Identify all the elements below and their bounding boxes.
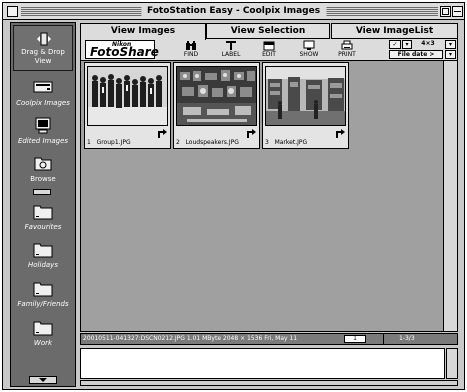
print-label: PRINT [338, 51, 356, 58]
binoculars-icon [186, 41, 196, 50]
page-number-field[interactable]: 1 [344, 335, 366, 343]
thumbnail-label: 3 Market.JPG [265, 139, 308, 146]
tab-view-selection[interactable]: View Selection [206, 23, 330, 39]
sidebar-item-holidays[interactable]: Holidays [11, 239, 75, 279]
label-label: LABEL [221, 51, 241, 58]
tab-view-imagelist[interactable]: View ImageList [331, 23, 458, 39]
title-bar[interactable]: FotoStation Easy - Coolpix Images [3, 3, 464, 20]
sidebar-scroll-down-button[interactable] [29, 376, 57, 384]
zoom-box-icon[interactable] [440, 6, 451, 17]
photo-loudspeakers [176, 66, 257, 126]
tab-view-images[interactable]: View Images [80, 23, 206, 40]
drag-drop-label: Drag & Drop View [21, 48, 65, 65]
sidebar-item-label: Work [33, 339, 53, 347]
status-image-info: 20010511-041327:DSCN0212.JPG 1.01 MByte … [83, 335, 298, 342]
print-button[interactable]: PRINT [329, 39, 365, 61]
sidebar-item-favourites[interactable]: Favourites [11, 201, 75, 241]
find-button[interactable]: FIND [173, 39, 209, 61]
text-icon [226, 41, 236, 50]
close-box-icon[interactable] [7, 6, 18, 17]
logo-fotoshare-text: FotoShare [90, 45, 159, 59]
sidebar-item-label: Holidays [28, 261, 58, 269]
toolbar: Nikon FotoShare FIND LABEL EDIT SHOW PRI… [80, 39, 458, 61]
label-button[interactable]: LABEL [213, 39, 249, 61]
sidebar-item-label: Browse [30, 175, 56, 183]
drag-drop-view-button[interactable]: Drag & Drop View [13, 25, 73, 71]
sidebar-item-label: Favourites [24, 223, 62, 231]
collapse-box-icon[interactable] [452, 6, 463, 17]
edit-icon [263, 41, 275, 51]
status-bar: 20010511-041327:DSCN0212.JPG 1.01 MByte … [80, 333, 458, 345]
sidebar-item-work[interactable]: Work [11, 317, 75, 357]
sidebar: Drag & Drop View Coolpix Images Edited I… [10, 22, 76, 387]
show-label: SHOW [299, 51, 319, 58]
show-button[interactable]: SHOW [291, 39, 327, 61]
sidebar-item-label: Family/Friends [17, 300, 69, 308]
window-title: FotoStation Easy - Coolpix Images [140, 5, 327, 18]
printer-icon [341, 40, 353, 50]
status-divider [383, 334, 384, 344]
sidebar-item-browse[interactable]: Browse [11, 153, 75, 193]
sort-dropdown-button[interactable]: ▾ [445, 50, 456, 59]
rotate-icon[interactable] [245, 128, 257, 139]
edit-button[interactable]: EDIT [251, 39, 287, 61]
sidebar-item-edited-images[interactable]: Edited Images [11, 115, 75, 155]
select-dropdown-button[interactable]: ▾ [402, 40, 412, 49]
thumbnail-scrollbar[interactable] [443, 61, 458, 332]
folder-icon [33, 243, 53, 258]
thumbnail-loudspeakers[interactable]: 2 Loudspeakers.JPG [173, 62, 260, 149]
monitor-icon [35, 117, 51, 134]
monitor-icon [303, 40, 315, 50]
caption-text-area[interactable] [80, 348, 445, 379]
status-image-range: 1-3/3 [399, 335, 415, 342]
sidebar-scroll-up-button[interactable] [33, 189, 51, 195]
bottom-scrollbar[interactable] [80, 380, 458, 386]
sidebar-item-label: Coolpix Images [16, 99, 70, 107]
hard-drive-icon [33, 81, 53, 93]
edit-label: EDIT [262, 51, 276, 58]
fotoshare-logo: Nikon FotoShare [85, 40, 159, 59]
drag-drop-icon [37, 32, 51, 46]
thumbnail-market[interactable]: 3 Market.JPG [262, 62, 349, 149]
sidebar-item-coolpix-images[interactable]: Coolpix Images [11, 77, 75, 117]
grid-size-dropdown-button[interactable]: ▾ [445, 40, 456, 49]
photo-market [265, 66, 346, 126]
folder-icon [33, 282, 53, 297]
thumbnail-group1[interactable]: 1 Group1.JPG [84, 62, 171, 149]
sidebar-item-family-friends[interactable]: Family/Friends [11, 278, 75, 318]
find-label: FIND [183, 51, 199, 58]
grid-size-label: 4×3 [421, 40, 435, 47]
rotate-icon[interactable] [156, 128, 168, 139]
photo-group1 [87, 66, 168, 126]
folder-icon [33, 321, 53, 336]
thumbnail-label: 2 Loudspeakers.JPG [176, 139, 239, 146]
folder-icon [33, 205, 53, 220]
thumbnail-label: 1 Group1.JPG [87, 139, 131, 146]
rotate-icon[interactable] [334, 128, 346, 139]
caption-scrollbar[interactable] [446, 348, 458, 379]
select-check-button[interactable]: ✓ [389, 40, 401, 49]
sort-order-select[interactable]: File date > [389, 50, 443, 59]
thumbnail-grid[interactable]: 1 Group1.JPG 2 Loudspeakers.JPG 3 Market… [80, 61, 443, 332]
browse-folder-icon [34, 157, 52, 171]
sidebar-item-label: Edited Images [17, 137, 69, 145]
